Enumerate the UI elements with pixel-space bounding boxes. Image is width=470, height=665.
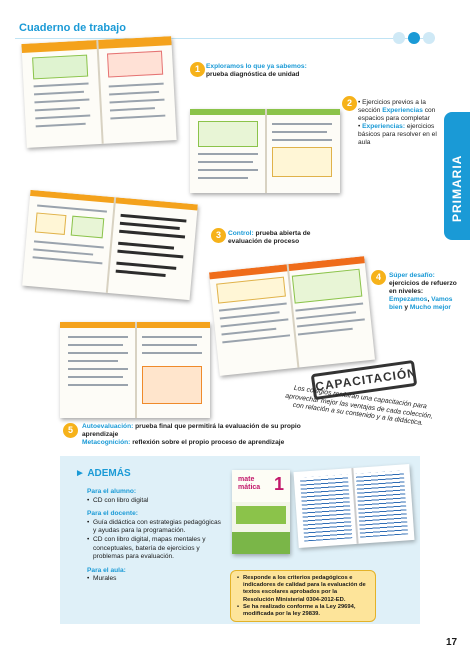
list-item: Murales [87, 575, 222, 584]
feature-number-badge: 2 [342, 96, 357, 111]
feature-2-caption: • Ejercicios previos a la sección Experi… [358, 99, 438, 147]
cover-number: 1 [273, 474, 284, 494]
list-item: CD con libro digital, mapas mentales y c… [87, 536, 222, 562]
feature-number-badge: 4 [371, 270, 386, 285]
feature-5-text: reflexión sobre el propio proceso de apr… [130, 439, 285, 446]
section-title: Cuaderno de trabajo [19, 22, 126, 34]
feature-1-text: prueba diagnóstica de unidad [206, 71, 300, 78]
cover-brand-line: mate [238, 476, 255, 483]
header-divider [15, 38, 435, 39]
cover-brand: mate mática [238, 476, 260, 492]
list-item: Guía didáctica con estrategias pedagógic… [87, 519, 222, 536]
indicator-dot [423, 32, 435, 44]
page-number: 17 [446, 637, 458, 648]
feature-4-level: Mucho mejor [409, 304, 451, 311]
feature-number-badge: 3 [211, 228, 226, 243]
feature-4-separator: y [402, 304, 410, 311]
feature-4-text: ejercicios de refuerzo en niveles: [389, 280, 457, 295]
group-heading: Para el docente: [87, 510, 138, 518]
feature-1-caption: Exploramos lo que ya sabemos: prueba dia… [206, 63, 316, 79]
workbook-spread-2 [190, 109, 340, 193]
book-cover: mate mática 1 [232, 470, 290, 554]
feature-3-label: Control: [228, 230, 254, 237]
feature-4-level: Empezamos [389, 296, 428, 303]
feature-5-label: Metacognición: [82, 439, 131, 446]
ademas-list: Para el alumno: CD con libro digital Par… [87, 488, 222, 584]
primaria-side-tab: PRIMARIA [444, 112, 470, 240]
feature-4-label: Súper desafío: [389, 272, 435, 279]
guide-spread-image [293, 464, 415, 548]
feature-2-item-highlight: Experiencias [382, 107, 423, 114]
workbook-spread-3 [22, 189, 198, 301]
indicator-dot [393, 32, 405, 44]
ademas-title: ADEMÁS [87, 468, 131, 479]
list-item: CD con libro digital [87, 497, 222, 506]
side-tab-label: PRIMARIA [450, 154, 464, 222]
feature-2-item: • Experiencias: ejercicios básicos para … [358, 123, 437, 146]
compliance-box: Responde a los criterios pedagógicos e i… [230, 570, 376, 622]
workbook-spread-4 [208, 256, 376, 376]
compliance-item: Responde a los criterios pedagógicos e i… [237, 575, 369, 604]
feature-5-caption: Autoevaluación: prueba final que permiti… [82, 423, 302, 447]
workbook-spread-1 [21, 36, 177, 148]
workbook-spread-5 [60, 322, 210, 418]
feature-5-label: Autoevaluación: [82, 423, 134, 430]
indicator-dot-active [408, 32, 420, 44]
feature-2-item: • Ejercicios previos a la sección Experi… [358, 99, 436, 122]
cover-brand-line: mática [238, 484, 261, 491]
feature-number-badge: 1 [190, 62, 205, 77]
group-heading: Para el alumno: [87, 488, 137, 495]
feature-3-caption: Control: prueba abierta de evaluación de… [228, 230, 318, 246]
feature-number-badge: 5 [63, 423, 78, 438]
feature-4-caption: Súper desafío: ejercicios de refuerzo en… [389, 272, 459, 312]
compliance-item: Se ha realizado conforme a la Ley 29694,… [237, 604, 369, 618]
feature-2-item-highlight: Experiencias: [362, 123, 406, 130]
group-heading: Para el aula: [87, 566, 126, 574]
feature-1-label: Exploramos lo que ya sabemos: [206, 63, 307, 70]
ademas-heading: ► ADEMÁS [75, 468, 131, 479]
